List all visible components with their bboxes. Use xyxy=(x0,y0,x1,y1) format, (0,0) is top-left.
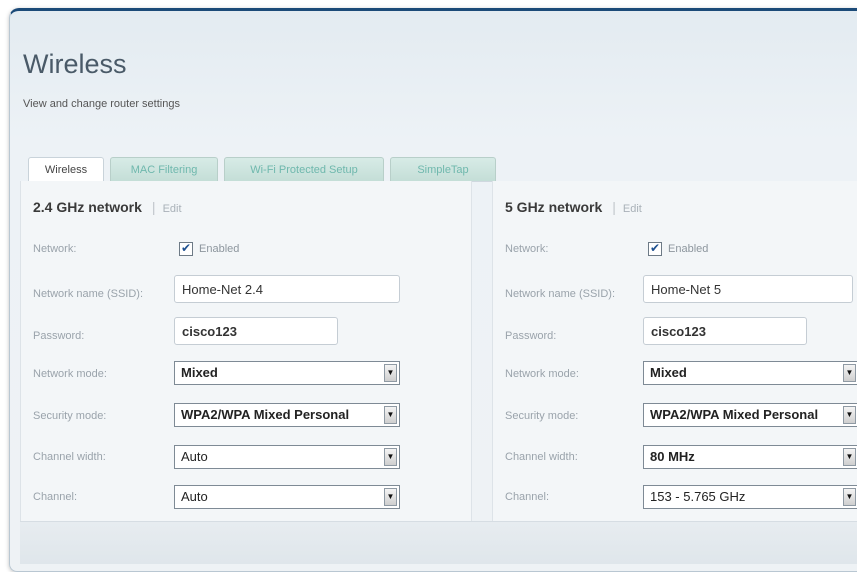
net5-network-mode-select[interactable]: Mixed ▼ xyxy=(643,361,857,385)
net24-network-label: Network: xyxy=(33,243,77,255)
net5-edit-link[interactable]: Edit xyxy=(623,203,642,215)
checkmark-icon: ✔ xyxy=(649,241,661,255)
panel-2-4ghz: 2.4 GHz network | Edit Network: ✔ Enabled … xyxy=(20,181,472,522)
net24-edit-link[interactable]: Edit xyxy=(163,203,182,215)
net24-channel-select[interactable]: Auto ▼ xyxy=(174,485,400,509)
tab-bar: Wireless MAC Filtering Wi-Fi Protected S… xyxy=(20,151,857,182)
net24-security-mode-select[interactable]: WPA2/WPA Mixed Personal ▼ xyxy=(174,403,400,427)
net24-ssid-input[interactable]: Home-Net 2.4 xyxy=(174,275,400,303)
settings-window: Wireless View and change router settings… xyxy=(9,8,857,572)
footer-band xyxy=(20,521,857,564)
dropdown-arrow-icon[interactable]: ▼ xyxy=(384,364,397,382)
tab-wireless[interactable]: Wireless xyxy=(28,157,104,182)
dropdown-arrow-icon[interactable]: ▼ xyxy=(384,488,397,506)
net5-network-label: Network: xyxy=(505,243,549,255)
net24-network-mode-value: Mixed xyxy=(181,365,218,380)
tab-wifi-protected-setup[interactable]: Wi-Fi Protected Setup xyxy=(224,157,384,181)
panel-5ghz: 5 GHz network | Edit Network: ✔ Enabled Ne… xyxy=(492,181,857,522)
net24-channel-label: Channel: xyxy=(33,491,78,503)
net24-ssid-label: Network name (SSID): xyxy=(33,288,144,300)
net5-channel-select[interactable]: 153 - 5.765 GHz ▼ xyxy=(643,485,857,509)
net24-channel-width-select[interactable]: Auto ▼ xyxy=(174,445,400,469)
net24-security-mode-value: WPA2/WPA Mixed Personal xyxy=(181,407,350,422)
page-title: Wireless xyxy=(23,49,127,79)
net5-channel-value: 153 - 5.765 GHz xyxy=(650,489,746,504)
net5-enabled-label: Enabled xyxy=(668,243,709,255)
net5-security-mode-value: WPA2/WPA Mixed Personal xyxy=(650,407,819,422)
net5-channel-label: Channel: xyxy=(505,491,550,503)
separator: | xyxy=(151,199,156,215)
net5-network-mode-value: Mixed xyxy=(650,365,687,380)
net5-ssid-label: Network name (SSID): xyxy=(505,288,616,300)
dropdown-arrow-icon[interactable]: ▼ xyxy=(384,406,397,424)
dropdown-arrow-icon[interactable]: ▼ xyxy=(843,406,856,424)
net24-heading: 2.4 GHz network xyxy=(33,199,142,215)
net5-password-label: Password: xyxy=(505,330,557,342)
net5-ssid-input[interactable]: Home-Net 5 xyxy=(643,275,853,303)
tab-mac-filtering[interactable]: MAC Filtering xyxy=(110,157,218,181)
separator: | xyxy=(612,199,616,215)
dropdown-arrow-icon[interactable]: ▼ xyxy=(843,488,856,506)
net24-network-mode-label: Network mode: xyxy=(33,368,107,380)
net24-enabled-label: Enabled xyxy=(199,243,240,255)
net5-enabled-checkbox[interactable]: ✔ xyxy=(648,242,662,256)
net5-header: 5 GHz network | Edit xyxy=(505,199,642,215)
page-subtitle: View and change router settings xyxy=(23,98,180,110)
net5-network-mode-label: Network mode: xyxy=(505,368,579,380)
net24-channel-width-value: Auto xyxy=(181,449,208,464)
net5-password-input[interactable]: cisco123 xyxy=(643,317,807,345)
net24-security-mode-label: Security mode: xyxy=(33,410,107,422)
net24-channel-value: Auto xyxy=(181,489,208,504)
net24-channel-width-label: Channel width: xyxy=(33,451,106,463)
net5-channel-width-select[interactable]: 80 MHz ▼ xyxy=(643,445,857,469)
net24-network-mode-select[interactable]: Mixed ▼ xyxy=(174,361,400,385)
net5-heading: 5 GHz network xyxy=(505,199,603,215)
net24-enabled-checkbox[interactable]: ✔ xyxy=(179,242,193,256)
net24-header: 2.4 GHz network | Edit xyxy=(33,199,182,215)
tab-simpletap[interactable]: SimpleTap xyxy=(390,157,496,181)
net5-channel-width-value: 80 MHz xyxy=(650,449,695,464)
dropdown-arrow-icon[interactable]: ▼ xyxy=(384,448,397,466)
dropdown-arrow-icon[interactable]: ▼ xyxy=(843,448,856,466)
net24-password-label: Password: xyxy=(33,330,85,342)
checkmark-icon: ✔ xyxy=(180,241,192,255)
net5-security-mode-label: Security mode: xyxy=(505,410,579,422)
net5-security-mode-select[interactable]: WPA2/WPA Mixed Personal ▼ xyxy=(643,403,857,427)
net24-password-input[interactable]: cisco123 xyxy=(174,317,338,345)
net5-channel-width-label: Channel width: xyxy=(505,451,578,463)
dropdown-arrow-icon[interactable]: ▼ xyxy=(843,364,856,382)
